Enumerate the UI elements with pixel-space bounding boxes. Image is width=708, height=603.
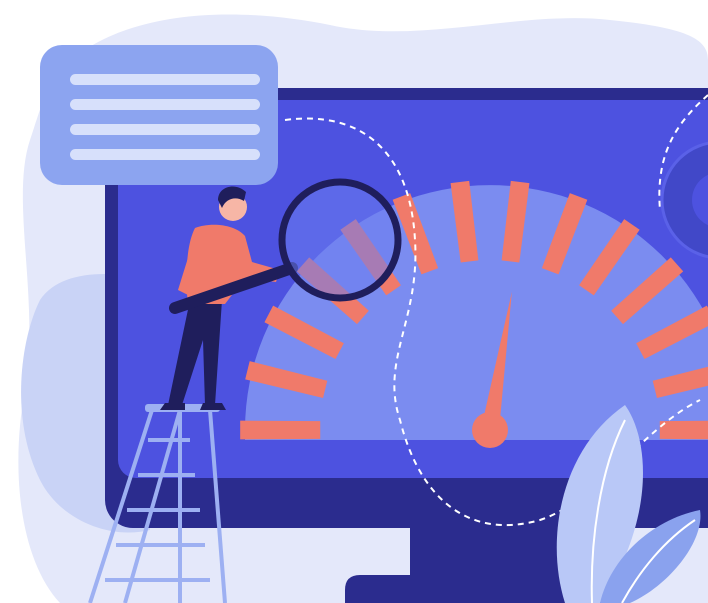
speed-illustration bbox=[0, 0, 708, 603]
needle-hub bbox=[472, 412, 508, 448]
shoe-right bbox=[200, 403, 226, 410]
speech-bubble-icon bbox=[40, 45, 278, 185]
illustration-canvas bbox=[18, 14, 708, 603]
gauge-tick bbox=[659, 420, 708, 440]
gauge-tick bbox=[240, 420, 321, 440]
